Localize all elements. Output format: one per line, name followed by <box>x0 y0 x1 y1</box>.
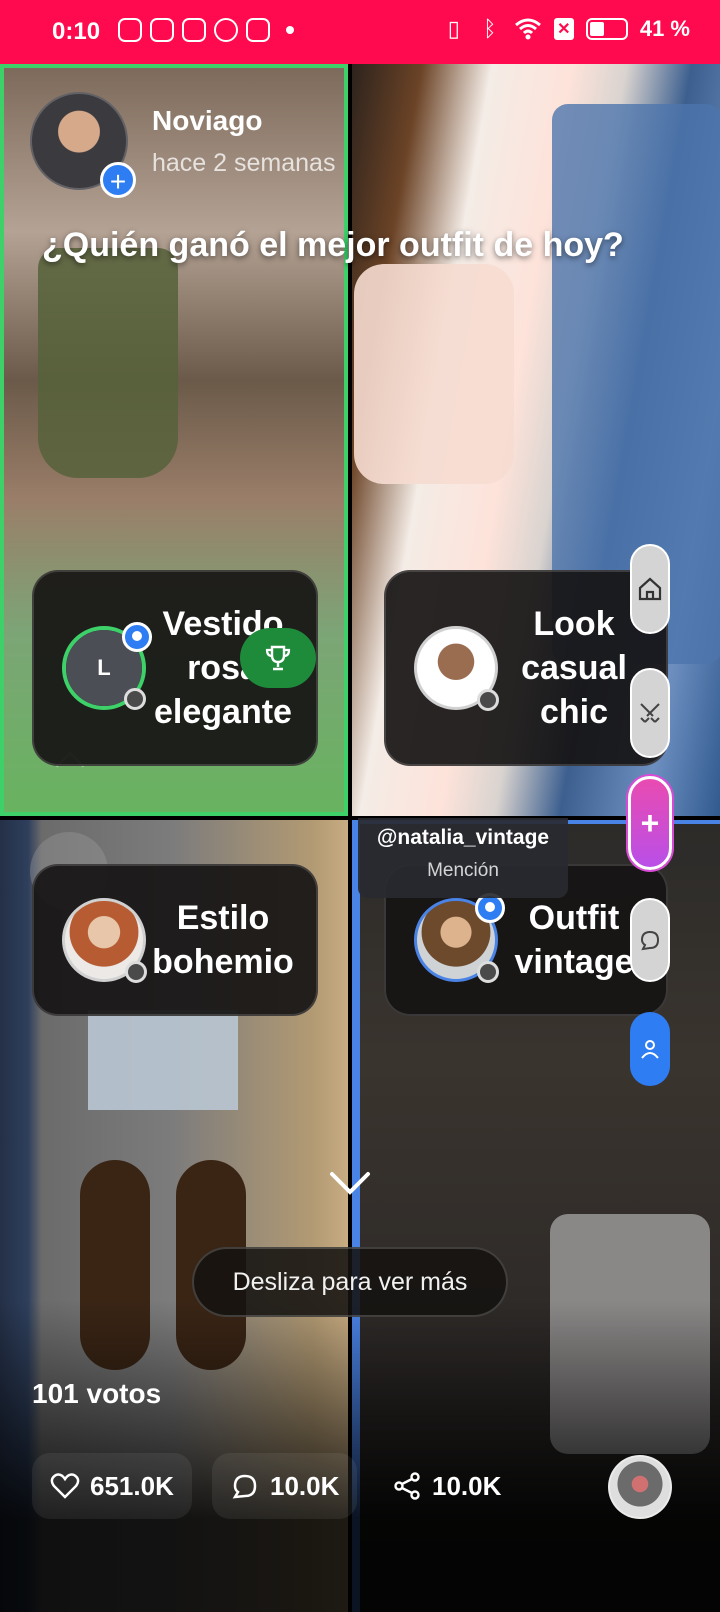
discord-icon <box>118 18 142 42</box>
avatar[interactable]: + <box>30 92 136 198</box>
option-card-2[interactable]: Look casual chic <box>384 570 668 766</box>
trophy-icon <box>265 645 291 671</box>
follow-button[interactable]: + <box>100 162 136 198</box>
share-icon <box>394 1472 420 1500</box>
comment-icon <box>232 1474 257 1499</box>
avatar <box>414 893 505 983</box>
home-icon <box>638 577 662 601</box>
battery-icon <box>585 18 628 40</box>
profile-button[interactable] <box>630 1012 670 1086</box>
avatar: L <box>62 622 152 710</box>
create-button[interactable]: + <box>628 776 672 870</box>
person-icon <box>641 1040 659 1059</box>
comment-icon <box>640 930 660 951</box>
status-dot <box>477 961 499 983</box>
share-count: 10.0K <box>432 1470 502 1501</box>
comment-button[interactable]: 10.0K <box>212 1453 358 1519</box>
heart-icon <box>50 1473 80 1499</box>
like-button[interactable]: 651.0K <box>32 1453 192 1519</box>
battle-button[interactable] <box>630 668 670 758</box>
crossed-swords-icon <box>640 703 660 723</box>
pinterest-icon <box>214 18 238 42</box>
system-icons: ▯ ᛒ ✕ 41 % <box>442 16 690 42</box>
like-count: 651.0K <box>90 1470 174 1501</box>
photo-detail <box>88 1010 238 1110</box>
mention-tag[interactable]: @natalia_vintage Mención <box>358 818 568 898</box>
plus-icon: + <box>640 804 660 841</box>
mention-label: Mención <box>427 860 499 881</box>
battery-percentage: 41 % <box>639 16 690 41</box>
post-question: ¿Quién ganó el mejor outfit de hoy? <box>42 226 624 264</box>
home-button[interactable] <box>630 544 670 634</box>
post-timestamp: hace 2 semanas <box>152 148 336 177</box>
app-icon <box>246 18 270 42</box>
option-title: Estilo bohemio <box>152 899 294 981</box>
status-dot <box>125 961 147 983</box>
sim-off-icon: ✕ <box>553 18 574 40</box>
wifi-icon <box>514 18 541 40</box>
option-card-3[interactable]: Estilo bohemio <box>32 864 318 1016</box>
winner-trophy-button[interactable] <box>240 628 316 688</box>
avatar <box>62 898 147 983</box>
status-dot <box>124 688 146 710</box>
mention-handle: @natalia_vintage <box>376 826 550 849</box>
comment-count: 10.0K <box>270 1470 340 1501</box>
post-author: + Noviago hace 2 semanas <box>30 92 336 198</box>
notification-icons <box>118 18 294 42</box>
bluetooth-icon: ᛒ <box>483 16 497 41</box>
more-notifications-dot <box>286 26 294 34</box>
swipe-hint: Desliza para ver más <box>192 1247 508 1317</box>
vibrate-icon: ▯ <box>447 16 460 41</box>
photo-detail <box>38 248 178 478</box>
comments-side-button[interactable] <box>630 898 670 982</box>
status-dot <box>477 689 499 711</box>
play-icon <box>182 18 206 42</box>
clock: 0:10 <box>52 18 101 45</box>
status-bar: 0:10 ▯ ᛒ ✕ 41 % <box>0 0 720 64</box>
chevron-down-icon <box>330 1172 370 1195</box>
vote-count: 101 votos <box>32 1378 162 1409</box>
author-name[interactable]: Noviago <box>152 105 335 137</box>
photo-detail <box>354 264 514 484</box>
music-disc[interactable] <box>608 1455 672 1519</box>
share-button[interactable]: 10.0K <box>374 1453 519 1519</box>
selected-indicator <box>122 622 152 652</box>
avatar <box>414 626 499 711</box>
discord-icon <box>150 18 174 42</box>
